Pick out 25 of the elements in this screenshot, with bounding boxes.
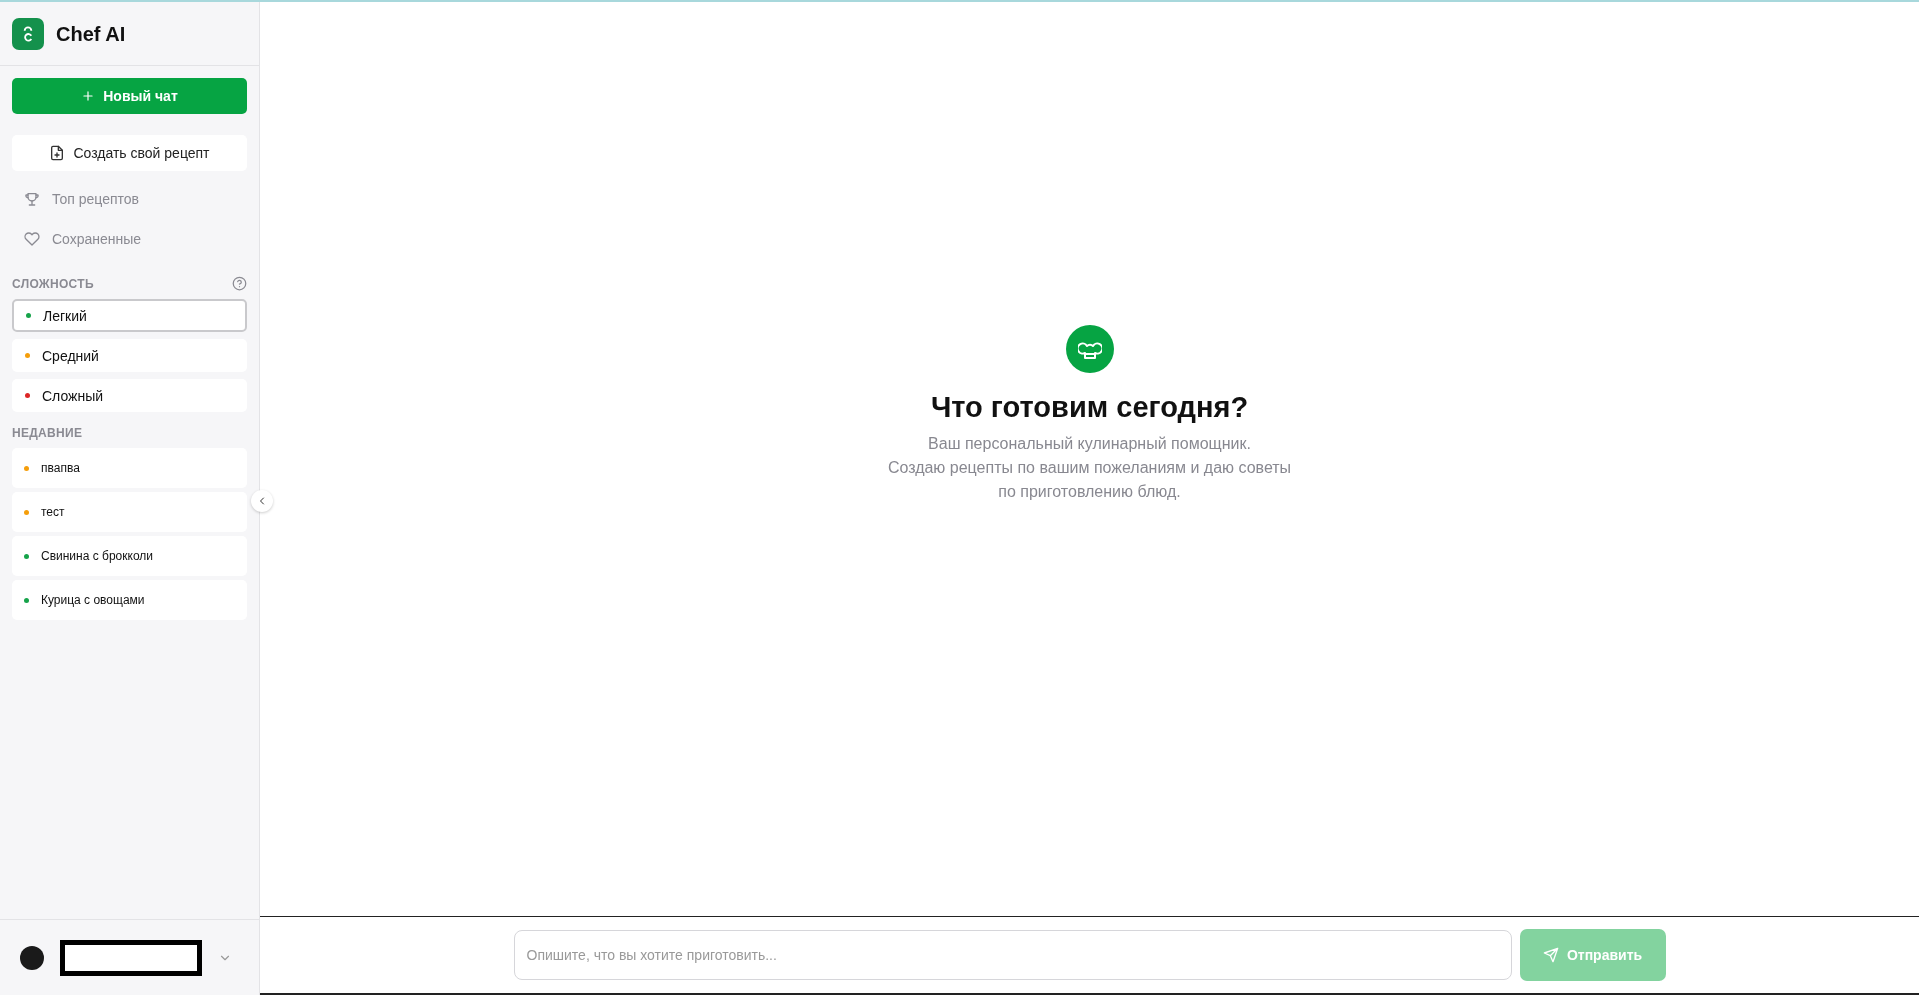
welcome-text: по приготовлению блюд. (998, 481, 1181, 502)
section-heading: НЕДАВНИЕ (12, 426, 83, 440)
recent-chat-item[interactable]: Свинина с брокколи (12, 536, 247, 576)
send-icon (1542, 947, 1559, 963)
file-plus-icon (49, 145, 66, 161)
heart-icon (24, 230, 40, 247)
avatar (20, 945, 44, 970)
recent-chat-item[interactable]: пвапва (12, 448, 247, 488)
collapse-button[interactable] (251, 490, 273, 512)
welcome-title: Что готовим сегодня? (930, 390, 1249, 424)
recent-chat-item[interactable]: Курица с овощами (12, 580, 247, 620)
help-icon (232, 276, 247, 291)
plus-icon (81, 89, 96, 103)
app-title: Chef AI (56, 22, 126, 46)
welcome-text: Ваш персональный кулинарный помощник. (928, 433, 1251, 454)
trophy-icon (24, 190, 40, 207)
difficulty-option[interactable]: Средний (12, 339, 247, 372)
difficulty-option[interactable]: Сложный (12, 379, 247, 412)
welcome-text: Создаю рецепты по вашим пожеланиям и даю советы (887, 457, 1292, 478)
logo-icon (12, 18, 44, 50)
create-recipe-button[interactable]: Создать свой рецепт (12, 135, 247, 171)
recent-chat-item[interactable]: тест (12, 492, 247, 532)
message-input[interactable]: Опишите, что вы хотите приготовить... (513, 930, 1512, 980)
section-heading: СЛОЖНОСТЬ (12, 276, 94, 291)
difficulty-option[interactable]: Легкий (12, 299, 247, 332)
